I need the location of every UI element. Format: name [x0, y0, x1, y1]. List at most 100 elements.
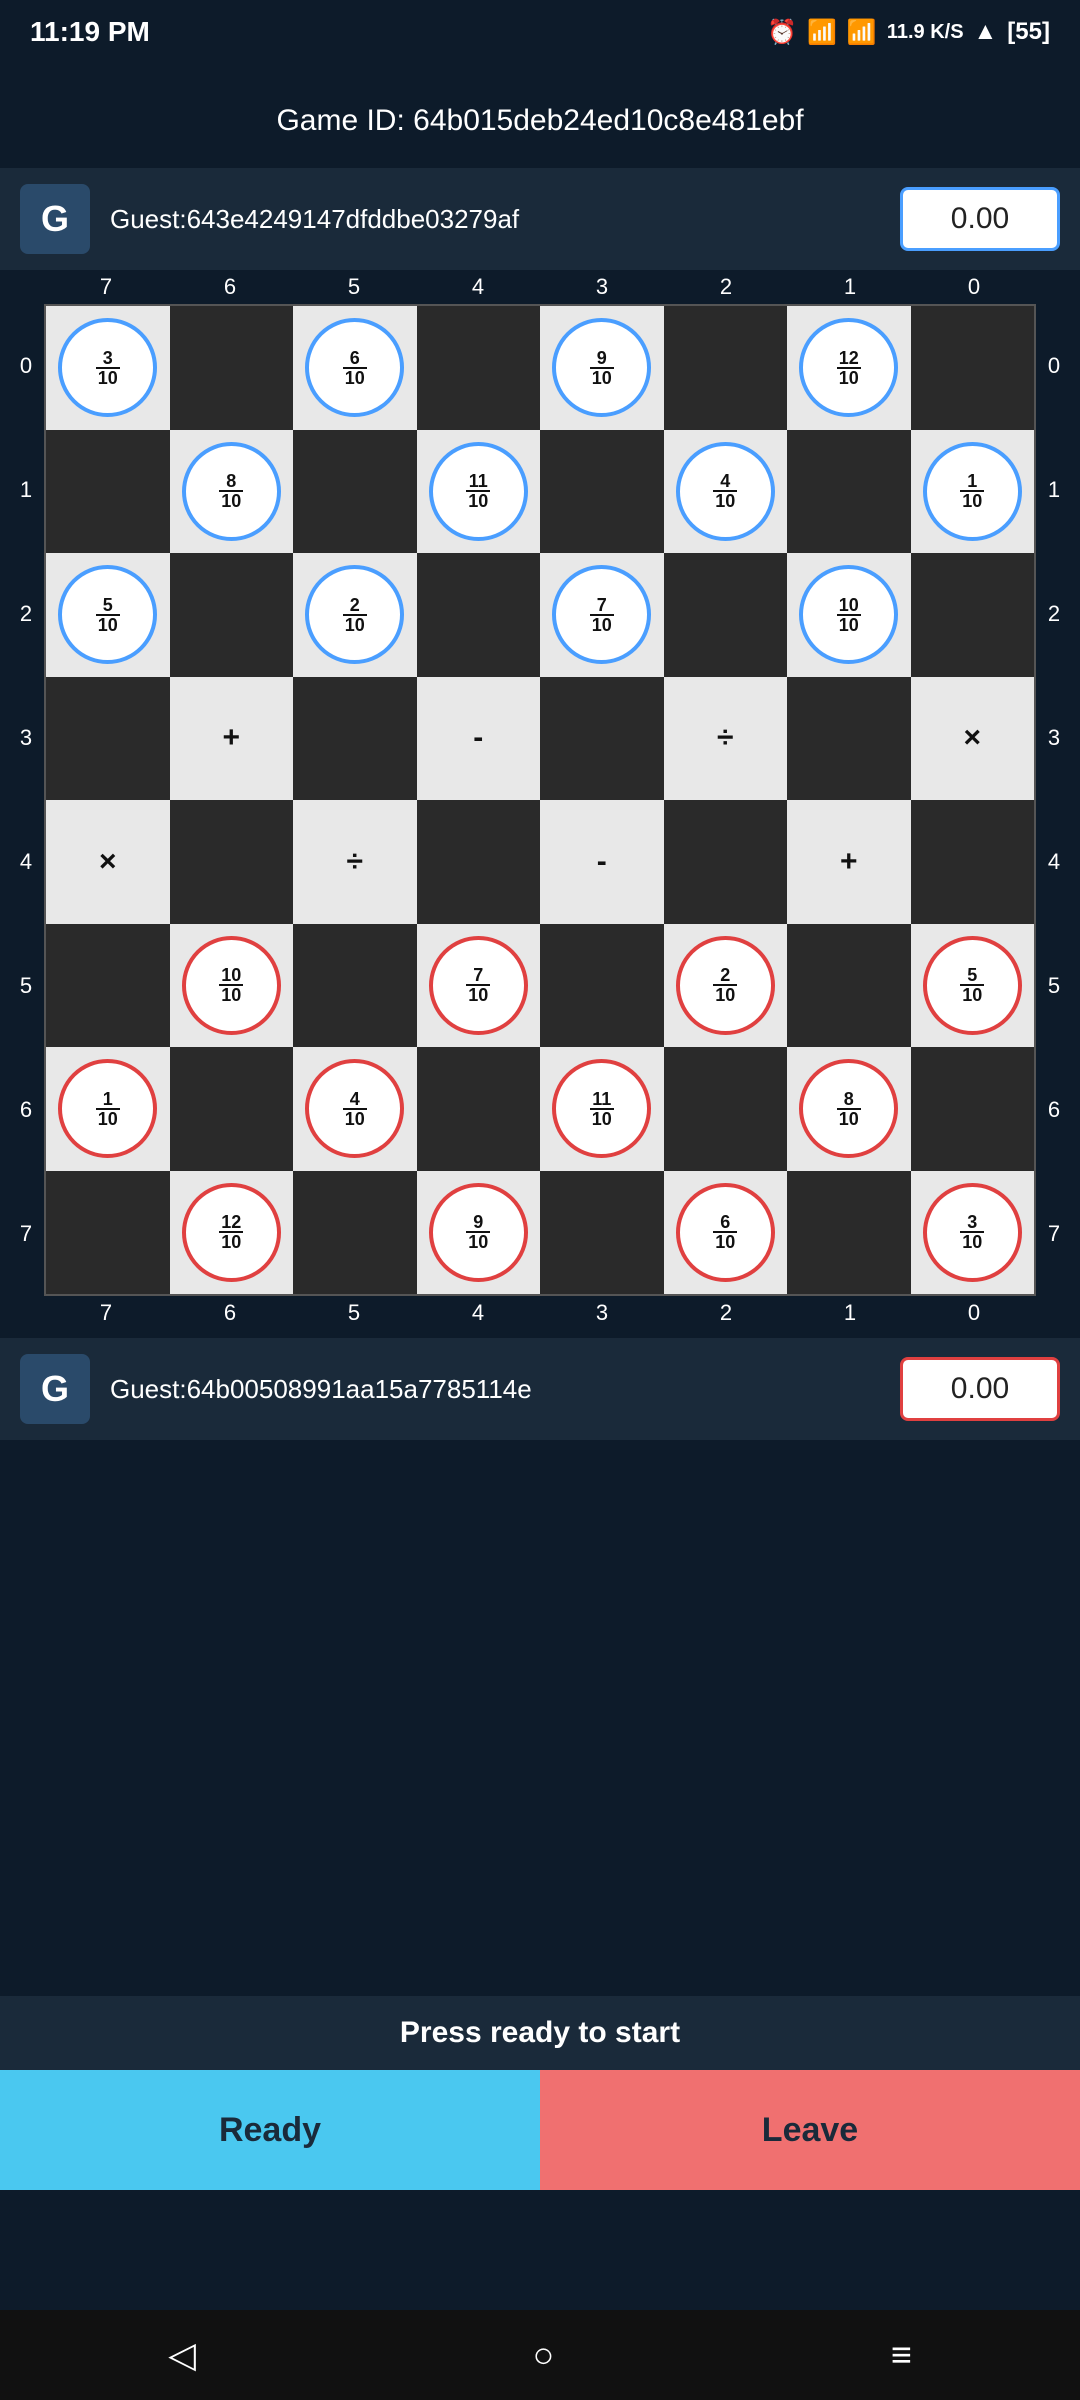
- row-label: 4: [1036, 800, 1072, 924]
- board-cell[interactable]: [664, 1047, 788, 1171]
- board-cell[interactable]: 1010: [170, 924, 294, 1048]
- game-piece-red[interactable]: 1110: [552, 1059, 651, 1158]
- board-cell[interactable]: [293, 677, 417, 801]
- board-cell[interactable]: 810: [787, 1047, 911, 1171]
- board-cell[interactable]: [664, 553, 788, 677]
- board-cell[interactable]: [787, 677, 911, 801]
- menu-button[interactable]: ≡: [891, 2334, 912, 2376]
- game-piece-red[interactable]: 210: [676, 936, 775, 1035]
- board-cell[interactable]: [540, 924, 664, 1048]
- board-cell[interactable]: 310: [46, 306, 170, 430]
- home-button[interactable]: ○: [532, 2334, 554, 2376]
- game-piece-blue[interactable]: 910: [552, 318, 651, 417]
- leave-button[interactable]: Leave: [540, 2070, 1080, 2190]
- board-cell[interactable]: [46, 430, 170, 554]
- game-piece-blue[interactable]: 510: [58, 565, 157, 664]
- board-cell[interactable]: [787, 924, 911, 1048]
- board-cell[interactable]: ×: [911, 677, 1035, 801]
- board-cell[interactable]: +: [787, 800, 911, 924]
- game-piece-blue[interactable]: 810: [182, 442, 281, 541]
- board-cell[interactable]: 410: [664, 430, 788, 554]
- game-piece-blue[interactable]: 410: [676, 442, 775, 541]
- board-cell[interactable]: ÷: [664, 677, 788, 801]
- game-piece-blue[interactable]: 1110: [429, 442, 528, 541]
- game-id: Game ID: 64b015deb24ed10c8e481ebf: [0, 64, 1080, 168]
- board-cell[interactable]: [46, 677, 170, 801]
- ready-button[interactable]: Ready: [0, 2070, 540, 2190]
- board-cell[interactable]: 710: [417, 924, 541, 1048]
- board-cell[interactable]: [293, 430, 417, 554]
- game-piece-blue[interactable]: 610: [305, 318, 404, 417]
- game-piece-blue[interactable]: 310: [58, 318, 157, 417]
- game-piece-red[interactable]: 1210: [182, 1183, 281, 1282]
- board-cell[interactable]: [911, 1047, 1035, 1171]
- board-cell[interactable]: 310: [911, 1171, 1035, 1295]
- board-cell[interactable]: ×: [46, 800, 170, 924]
- board-cell[interactable]: [170, 1047, 294, 1171]
- board-cell[interactable]: [417, 1047, 541, 1171]
- board-cell[interactable]: 510: [46, 553, 170, 677]
- board-cell[interactable]: 1210: [787, 306, 911, 430]
- board-cell[interactable]: 110: [911, 430, 1035, 554]
- board-cell[interactable]: [911, 800, 1035, 924]
- board-cell[interactable]: [417, 553, 541, 677]
- board-cell[interactable]: [46, 1171, 170, 1295]
- row-label: 6: [8, 1048, 44, 1172]
- game-piece-red[interactable]: 110: [58, 1059, 157, 1158]
- chess-board[interactable]: 310 610 910 1210 810 1110 410 110 510 210 710 1010 +…: [44, 304, 1036, 1296]
- board-cell[interactable]: [170, 800, 294, 924]
- board-cell[interactable]: [417, 306, 541, 430]
- game-piece-red[interactable]: 810: [799, 1059, 898, 1158]
- board-cell[interactable]: [911, 306, 1035, 430]
- board-cell[interactable]: [540, 677, 664, 801]
- board-cell[interactable]: 610: [664, 1171, 788, 1295]
- board-cell[interactable]: 210: [293, 553, 417, 677]
- game-piece-red[interactable]: 410: [305, 1059, 404, 1158]
- board-cell[interactable]: -: [540, 800, 664, 924]
- board-cell[interactable]: ÷: [293, 800, 417, 924]
- game-piece-red[interactable]: 1010: [182, 936, 281, 1035]
- back-button[interactable]: ◁: [168, 2334, 196, 2376]
- board-cell[interactable]: +: [170, 677, 294, 801]
- game-piece-red[interactable]: 310: [923, 1183, 1022, 1282]
- board-cell[interactable]: [170, 553, 294, 677]
- board-cell[interactable]: [540, 430, 664, 554]
- board-cell[interactable]: 1010: [787, 553, 911, 677]
- board-cell[interactable]: [911, 553, 1035, 677]
- board-cell[interactable]: [664, 306, 788, 430]
- game-piece-blue[interactable]: 710: [552, 565, 651, 664]
- board-cell[interactable]: -: [417, 677, 541, 801]
- board-cell[interactable]: 1210: [170, 1171, 294, 1295]
- board-cell[interactable]: [540, 1171, 664, 1295]
- board-cell[interactable]: 1110: [540, 1047, 664, 1171]
- col-label-bottom: 5: [292, 1296, 416, 1330]
- board-cell[interactable]: 410: [293, 1047, 417, 1171]
- game-piece-red[interactable]: 710: [429, 936, 528, 1035]
- game-piece-red[interactable]: 610: [676, 1183, 775, 1282]
- board-cell[interactable]: 610: [293, 306, 417, 430]
- operator-symbol: ÷: [347, 845, 363, 879]
- player1-score: 0.00: [900, 187, 1060, 251]
- game-piece-red[interactable]: 910: [429, 1183, 528, 1282]
- board-cell[interactable]: [46, 924, 170, 1048]
- board-cell[interactable]: 210: [664, 924, 788, 1048]
- game-piece-blue[interactable]: 110: [923, 442, 1022, 541]
- board-cell[interactable]: [170, 306, 294, 430]
- board-cell[interactable]: [664, 800, 788, 924]
- game-piece-red[interactable]: 510: [923, 936, 1022, 1035]
- board-cell[interactable]: [417, 800, 541, 924]
- board-cell[interactable]: 710: [540, 553, 664, 677]
- board-cell[interactable]: 1110: [417, 430, 541, 554]
- board-cell[interactable]: 810: [170, 430, 294, 554]
- game-piece-blue[interactable]: 1210: [799, 318, 898, 417]
- game-piece-blue[interactable]: 210: [305, 565, 404, 664]
- board-cell[interactable]: 910: [540, 306, 664, 430]
- board-cell[interactable]: 510: [911, 924, 1035, 1048]
- board-cell[interactable]: [787, 430, 911, 554]
- game-piece-blue[interactable]: 1010: [799, 565, 898, 664]
- board-cell[interactable]: 110: [46, 1047, 170, 1171]
- board-cell[interactable]: [787, 1171, 911, 1295]
- board-cell[interactable]: [293, 1171, 417, 1295]
- board-cell[interactable]: [293, 924, 417, 1048]
- board-cell[interactable]: 910: [417, 1171, 541, 1295]
